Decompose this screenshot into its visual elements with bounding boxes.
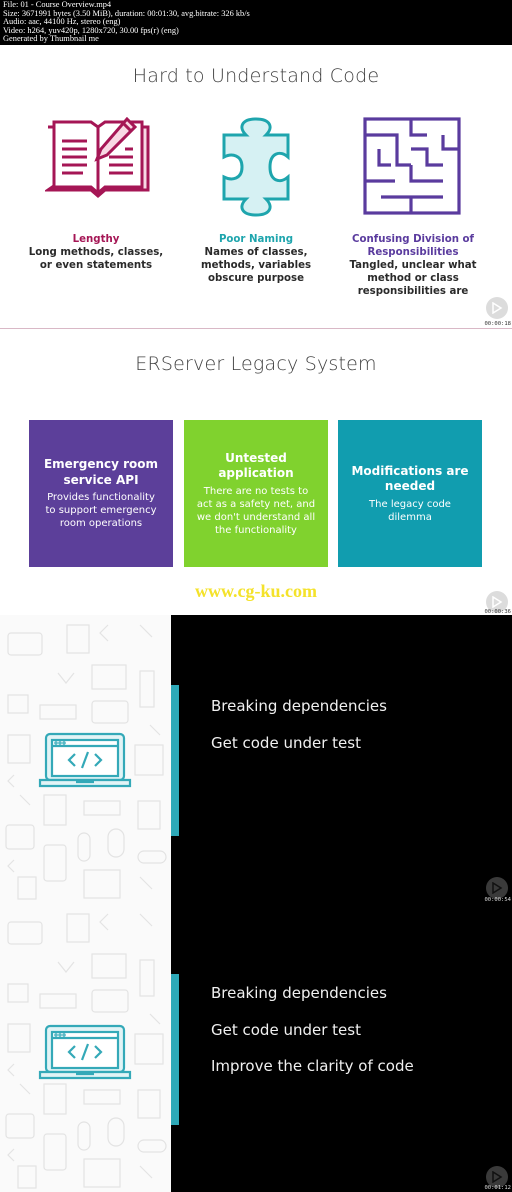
card-title-line: Modifications are <box>351 463 469 478</box>
column-title: Lengthy <box>72 234 120 245</box>
column-title: Poor Naming <box>218 234 294 245</box>
card-title-line: Emergency room <box>43 457 159 471</box>
thumbnail-frame-4[interactable]: Breaking dependencies Get code under tes… <box>0 904 512 1192</box>
card-desc-line: The legacy code <box>369 498 451 510</box>
card-desc-line: dilemma <box>388 511 432 523</box>
play-icon[interactable] <box>486 297 508 319</box>
column-title: Responsibilities <box>367 247 459 258</box>
column-desc-line: Long methods, classes, <box>28 247 164 258</box>
bullet-item: Breaking dependencies <box>211 984 387 1002</box>
maze-icon <box>363 117 461 219</box>
timestamp: 00:01:12 <box>484 1185 512 1191</box>
card-title-line: Untested <box>225 450 287 465</box>
card-title-line: application <box>218 466 294 480</box>
thumbnail-frame-1[interactable]: Hard to Understand Code Lengthy Long met… <box>0 45 512 329</box>
lengthy-column: Lengthy Long methods, classes, or even s… <box>16 233 176 272</box>
column-desc-line: methods, variables <box>200 260 312 271</box>
generator-info: Generated by Thumbnail me <box>3 34 99 44</box>
card-title-line: service API <box>63 472 139 487</box>
confusing-division-column: Confusing Division of Responsibilities T… <box>333 233 493 298</box>
timestamp: 00:00:54 <box>484 897 512 903</box>
accent-bar <box>171 974 179 1125</box>
bullet-item: Breaking dependencies <box>211 697 387 715</box>
card-desc-line: There are no tests to <box>203 485 309 497</box>
watermark: www.cg-ku.com <box>195 581 317 601</box>
info-card-modifications: Modifications are needed The legacy code… <box>338 420 482 567</box>
puzzle-piece-icon <box>222 117 290 221</box>
card-desc-line: the functionality <box>215 524 297 536</box>
card-desc-line: room operations <box>59 518 143 529</box>
video-info-header: File: 01 - Course Overview.mp4 Size: 367… <box>0 0 512 45</box>
bullet-item: Get code under test <box>211 1020 361 1039</box>
info-card-emergency-room: Emergency room service API Provides func… <box>29 420 173 567</box>
thumbnail-frame-2[interactable]: ERServer Legacy System Emergency room se… <box>0 329 512 615</box>
slide-title: Hard to Understand Code <box>132 65 380 87</box>
bullet-list: Breaking dependencies Get code under tes… <box>211 697 387 770</box>
bullet-item: Get code under test <box>211 733 361 752</box>
column-desc-line: or even statements <box>39 260 153 271</box>
card-desc-line: act as a safety net, and <box>196 498 316 510</box>
accent-bar <box>171 685 179 836</box>
open-book-pencil-icon <box>43 116 151 209</box>
column-title: Confusing Division of <box>352 234 474 245</box>
column-desc-line: Names of classes, <box>204 247 308 258</box>
code-icon-pattern-background <box>0 904 171 1192</box>
info-card-untested: Untested application There are no tests … <box>184 420 328 567</box>
column-desc-line: method or class <box>367 273 459 284</box>
thumbnail-frame-3[interactable]: Breaking dependencies Get code under tes… <box>0 615 512 904</box>
bullet-item: Improve the clarity of code <box>211 1057 414 1075</box>
card-desc-line: Provides functionality <box>47 492 155 503</box>
column-desc-line: obscure purpose <box>208 273 304 284</box>
card-title-line: needed <box>384 479 436 493</box>
column-desc-line: Tangled, unclear what <box>349 260 477 271</box>
column-desc-line: responsibilities are <box>357 286 469 297</box>
bullet-list: Breaking dependencies Get code under tes… <box>211 984 414 1094</box>
play-icon[interactable] <box>486 877 508 899</box>
code-icon-pattern-background <box>0 615 171 904</box>
card-desc-line: to support emergency <box>45 505 157 516</box>
slide-title: ERServer Legacy System <box>135 353 377 375</box>
timestamp: 00:00:18 <box>484 321 512 327</box>
card-desc-line: we don't understand all <box>196 511 316 523</box>
poor-naming-column: Poor Naming Names of classes, methods, v… <box>176 233 336 285</box>
